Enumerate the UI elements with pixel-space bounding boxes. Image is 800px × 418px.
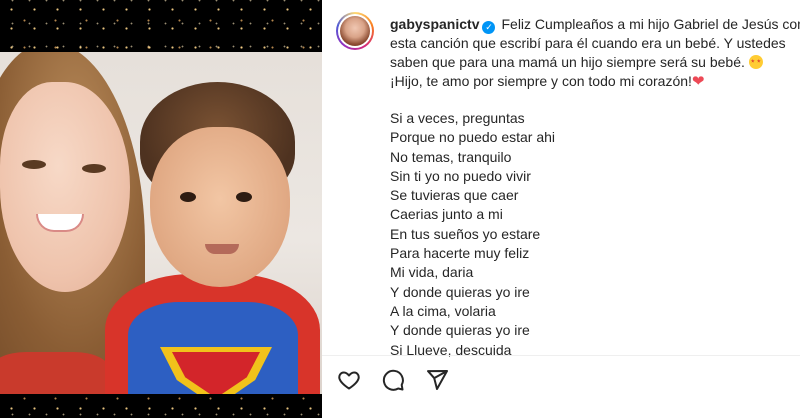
- post-media: [0, 0, 322, 418]
- star-struck-emoji-icon: [748, 55, 763, 69]
- verse-line: Y donde quieras yo ire: [390, 322, 530, 339]
- comment-icon: [382, 369, 404, 391]
- red-heart-icon: ❤: [691, 73, 705, 90]
- avatar[interactable]: [336, 12, 374, 50]
- photo-mother-eye: [22, 160, 46, 169]
- post-caption: gabyspanictv ✓ Feliz Cumpleaños a mi hijo …: [390, 15, 800, 91]
- caption-text: Feliz Cumpleaños a mi hijo Gabriel de Je…: [501, 16, 800, 32]
- verse-line: Caerias junto a mi: [390, 206, 503, 223]
- verse-line: Si a veces, preguntas: [390, 110, 525, 126]
- song-verses: Si a veces, preguntas Porque no puedo es…: [390, 109, 555, 360]
- caption-line: ¡Hijo, te amo por siempre y con todo mi …: [390, 72, 800, 91]
- post-actions-bar: [337, 368, 449, 392]
- like-button[interactable]: [337, 368, 361, 392]
- caption-line: esta canción que escribí para él cuando …: [390, 35, 786, 51]
- verse-line: Se tuvieras que caer: [390, 187, 519, 204]
- actions-divider: [322, 355, 800, 356]
- verified-badge-icon: ✓: [482, 21, 496, 34]
- photo-mother-eye: [82, 164, 106, 173]
- username-link[interactable]: gabyspanictv: [390, 16, 479, 32]
- caption-line: saben que para una mamá un hijo siempre …: [390, 53, 800, 72]
- verse-line: Para hacerte muy feliz: [390, 245, 530, 262]
- photo-child-eye: [236, 192, 252, 202]
- heart-outline-icon: [338, 371, 360, 390]
- caption-text: saben que para una mamá un hijo siempre …: [390, 54, 745, 70]
- comment-button[interactable]: [381, 368, 405, 392]
- verse-line: Porque no puedo estar ahi: [390, 129, 556, 146]
- verse-line: No temas, tranquilo: [390, 148, 512, 165]
- verse-line: Sin ti yo no puedo vivir: [390, 167, 531, 184]
- avatar-ring: [338, 14, 372, 48]
- caption-line: gabyspanictv ✓ Feliz Cumpleaños a mi hijo …: [390, 15, 800, 34]
- photo-child-face: [150, 127, 290, 287]
- post-photo[interactable]: [0, 52, 322, 394]
- photo-child-eye: [180, 192, 196, 202]
- photo-child-mouth: [205, 244, 239, 254]
- verse-line: En tus sueños yo estare: [390, 225, 541, 242]
- photo-mother-face: [0, 82, 130, 292]
- photo-mother-shirt: [0, 352, 110, 394]
- caption-text: ¡Hijo, te amo por siempre y con todo mi …: [390, 73, 692, 89]
- verse-line: A la cima, volaria: [390, 302, 496, 319]
- verse-line: Y donde quieras yo ire: [390, 283, 530, 300]
- send-icon: [427, 370, 448, 390]
- share-button[interactable]: [425, 368, 449, 392]
- post-panel: gabyspanictv ✓ Feliz Cumpleaños a mi hijo …: [322, 0, 800, 418]
- verse-line: Mi vida, daria: [390, 264, 474, 281]
- verse-line: Si Llueve, descuida: [390, 341, 512, 358]
- avatar-image: [340, 16, 370, 46]
